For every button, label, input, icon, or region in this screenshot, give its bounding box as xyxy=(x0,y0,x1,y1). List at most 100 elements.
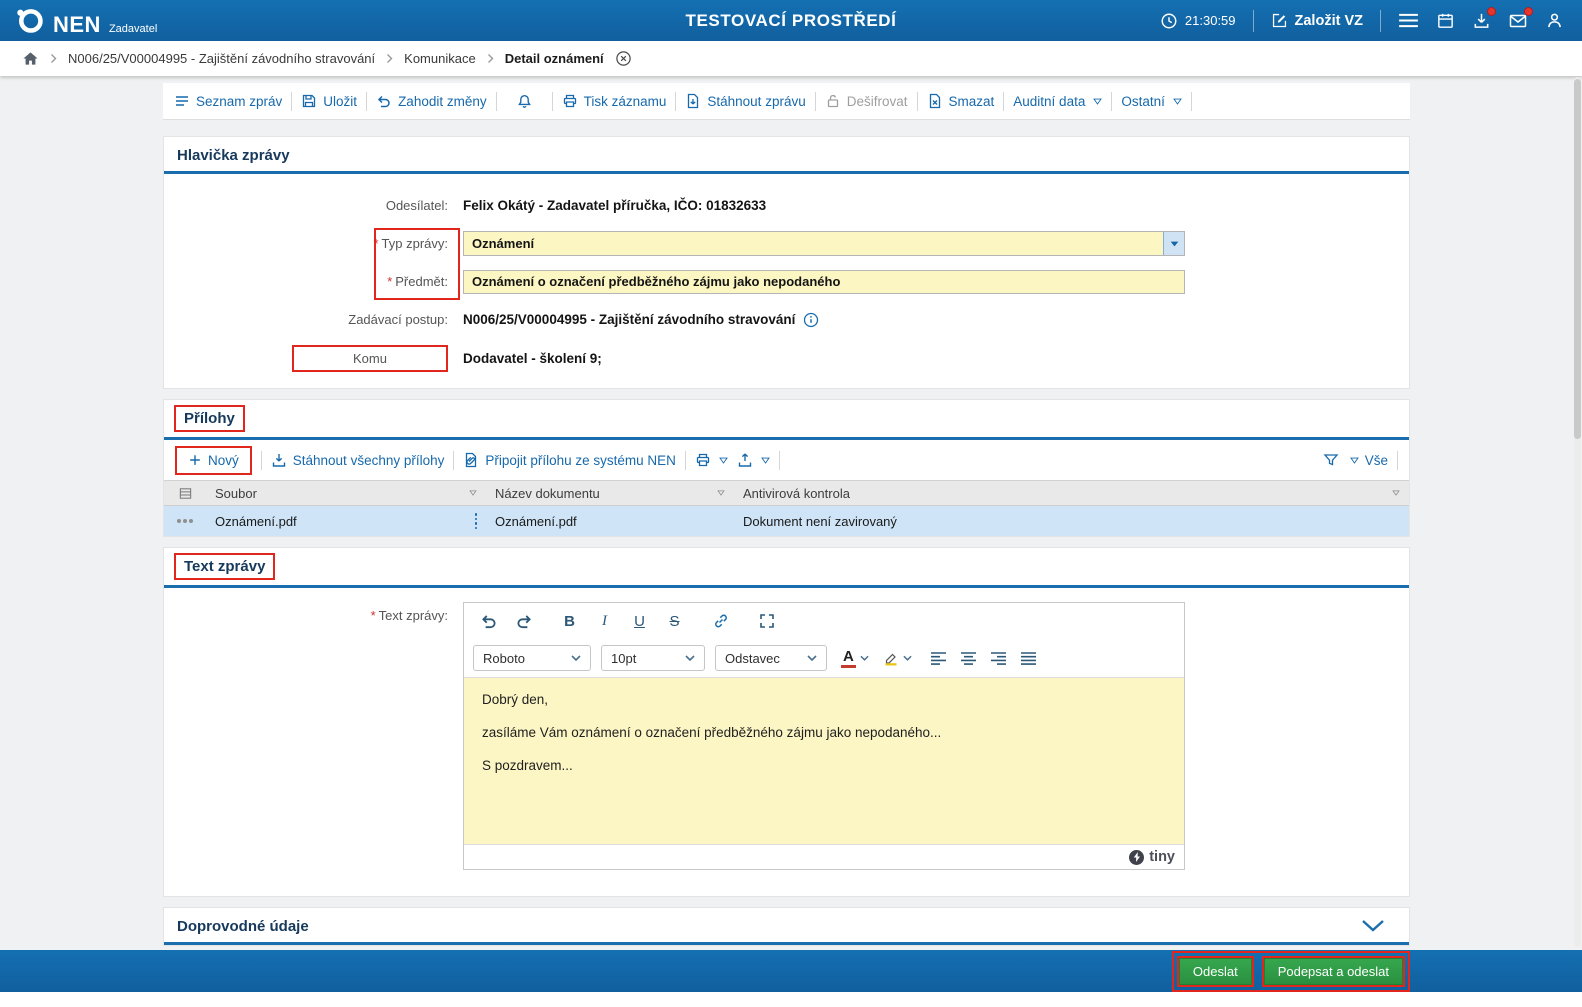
calendar-button[interactable] xyxy=(1436,11,1455,30)
sign-and-send-button[interactable]: Podepsat a odeslat xyxy=(1263,957,1403,985)
attach-from-nen-button[interactable]: Připojit přílohu ze systému NEN xyxy=(463,452,676,468)
divider xyxy=(291,91,293,111)
recipient-value: Dodavatel - školení 9; xyxy=(463,351,602,366)
divider xyxy=(684,450,686,470)
print-record-button[interactable]: Tisk záznamu xyxy=(562,93,666,109)
strikethrough-icon[interactable]: S xyxy=(658,606,691,636)
chevron-down-icon[interactable] xyxy=(903,655,912,661)
send-button[interactable]: Odeslat xyxy=(1178,957,1252,985)
attach-from-nen-label: Připojit přílohu ze systému NEN xyxy=(485,452,676,468)
clock-icon xyxy=(1160,12,1178,30)
save-button[interactable]: Uložit xyxy=(301,93,357,109)
message-body-editable[interactable]: Dobrý den, zasíláme Vám oznámení o označ… xyxy=(464,677,1184,844)
redo-icon[interactable] xyxy=(507,606,540,636)
home-icon[interactable] xyxy=(22,50,39,67)
column-header-nazev[interactable]: Název dokumentu xyxy=(486,481,734,505)
block-format-select[interactable]: Odstavec xyxy=(715,645,827,671)
vertical-scrollbar[interactable] xyxy=(1574,77,1581,947)
divider xyxy=(260,450,262,470)
breadcrumb-item-communication[interactable]: Komunikace xyxy=(404,51,476,66)
user-icon xyxy=(1545,11,1564,30)
section-title-message-text: Text zprávy xyxy=(164,548,1409,588)
show-all-label: Vše xyxy=(1364,452,1388,468)
select-dropdown-icon[interactable] xyxy=(1163,232,1184,255)
attachments-card: Přílohy Nový Stáhnout všechny přílohy Př… xyxy=(163,399,1410,537)
filter-button[interactable] xyxy=(1323,452,1339,468)
font-size-select[interactable]: 10pt xyxy=(601,645,705,671)
download-all-attachments-button[interactable]: Stáhnout všechny přílohy xyxy=(271,452,445,468)
filter-triangle-icon[interactable] xyxy=(1392,490,1400,496)
other-menu[interactable]: Ostatní xyxy=(1121,94,1182,109)
message-type-select[interactable]: Oznámení xyxy=(463,231,1185,256)
brand-name: NEN xyxy=(53,12,101,37)
filter-triangle-icon[interactable] xyxy=(469,490,477,496)
audit-data-menu[interactable]: Auditní data xyxy=(1013,94,1103,109)
info-icon[interactable] xyxy=(803,312,819,328)
divider xyxy=(814,91,816,111)
subject-input[interactable]: Oznámení o označení předběžného zájmu ja… xyxy=(463,269,1185,294)
expand-chevron-down-icon[interactable] xyxy=(1361,919,1385,932)
attachments-toolbar: Nový Stáhnout všechny přílohy Připojit p… xyxy=(164,440,1409,480)
menu-button[interactable] xyxy=(1398,13,1419,28)
column-settings-button[interactable] xyxy=(164,481,206,505)
align-center-icon[interactable] xyxy=(960,651,977,665)
create-vz-button[interactable]: Založit VZ xyxy=(1271,12,1363,29)
column-resize-handle-icon[interactable] xyxy=(474,513,477,529)
nen-logo-icon xyxy=(14,5,45,36)
link-icon[interactable] xyxy=(704,606,737,636)
font-family-select[interactable]: Roboto xyxy=(473,645,591,671)
rich-text-editor: B I U S Roboto 10pt Odstavec A Dobrý den… xyxy=(463,602,1185,870)
message-header-form: Odesílatel: Felix Okátý - Zadavatel přír… xyxy=(164,174,1409,388)
align-right-icon[interactable] xyxy=(990,651,1007,665)
bold-icon[interactable]: B xyxy=(553,606,586,636)
notifications-button[interactable] xyxy=(506,93,543,110)
breadcrumb-item-current: Detail oznámení xyxy=(504,51,604,66)
alignment-buttons xyxy=(930,651,1037,665)
breadcrumb: N006/25/V00004995 - Zajištění závodního … xyxy=(0,41,1582,76)
export-attachments-menu[interactable] xyxy=(737,452,770,468)
undo-icon[interactable] xyxy=(472,606,505,636)
chevron-down-icon[interactable] xyxy=(860,655,869,661)
column-header-antivir[interactable]: Antivirová kontrola xyxy=(734,481,1409,505)
delete-button[interactable]: Smazat xyxy=(927,93,994,109)
top-bar: NEN Zadavatel TESTOVACÍ PROSTŘEDÍ 21:30:… xyxy=(0,0,1582,41)
highlight-color-button[interactable] xyxy=(883,650,912,666)
close-tab-icon[interactable] xyxy=(615,50,632,67)
editor-toolbar-row2: Roboto 10pt Odstavec A xyxy=(464,639,1184,677)
topbar-actions: 21:30:59 Založit VZ xyxy=(1160,6,1582,32)
fullscreen-icon[interactable] xyxy=(750,606,783,636)
hamburger-icon xyxy=(1398,13,1419,28)
breadcrumb-separator xyxy=(50,53,57,64)
scrollbar-thumb[interactable] xyxy=(1574,79,1581,439)
bell-icon xyxy=(516,93,533,110)
user-button[interactable] xyxy=(1545,11,1564,30)
printer-icon xyxy=(562,93,578,109)
column-header-soubor[interactable]: Soubor xyxy=(206,481,486,505)
row-handle[interactable] xyxy=(164,519,206,523)
messages-button[interactable] xyxy=(1508,6,1533,31)
editor-toolbar-row1: B I U S xyxy=(464,603,1184,639)
attachment-row[interactable]: Oznámení.pdf Oznámení.pdf Dokument není … xyxy=(164,506,1409,536)
filter-triangle-icon[interactable] xyxy=(717,490,725,496)
downloads-button[interactable] xyxy=(1472,7,1496,30)
extra-data-card: Doprovodné údaje xyxy=(163,907,1410,946)
align-left-icon[interactable] xyxy=(930,651,947,665)
download-all-attachments-label: Stáhnout všechny přílohy xyxy=(292,452,445,468)
brand-logo[interactable]: NEN Zadavatel xyxy=(14,5,157,36)
show-all-filter[interactable]: Vše xyxy=(1348,453,1388,468)
message-list-button[interactable]: Seznam zpráv xyxy=(174,93,282,109)
download-tray-icon xyxy=(271,452,287,468)
list-icon xyxy=(174,93,190,109)
create-vz-label: Založit VZ xyxy=(1294,12,1363,29)
divider xyxy=(1397,450,1398,470)
breadcrumb-item-procedure[interactable]: N006/25/V00004995 - Zajištění závodního … xyxy=(68,51,375,66)
download-message-button[interactable]: Stáhnout zprávu xyxy=(685,93,806,109)
underline-icon[interactable]: U xyxy=(623,606,656,636)
procedure-value: N006/25/V00004995 - Zajištění závodního … xyxy=(463,312,796,327)
discard-changes-button[interactable]: Zahodit změny xyxy=(376,93,487,109)
align-justify-icon[interactable] xyxy=(1020,651,1037,665)
text-color-button[interactable]: A xyxy=(841,648,869,669)
new-attachment-button[interactable]: Nový xyxy=(175,445,252,475)
print-attachments-menu[interactable] xyxy=(695,452,728,468)
italic-icon[interactable]: I xyxy=(588,606,621,636)
